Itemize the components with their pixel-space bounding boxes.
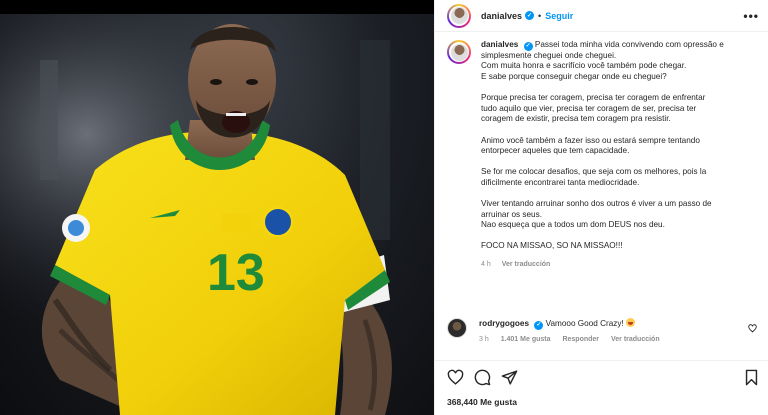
caption-line: FOCO NA MISSAO, SO NA MISSAO!!! xyxy=(481,241,623,251)
crazy-face-emoji-icon xyxy=(626,318,636,327)
separator-dot: • xyxy=(538,10,542,21)
caption-line: tudo aquilo que vier, precisa ter corage… xyxy=(481,103,697,113)
caption-line: Se for me colocar desafios, que seja com… xyxy=(481,167,707,177)
caption-author-avatar[interactable] xyxy=(447,40,471,64)
jersey-number: 13 xyxy=(207,244,265,302)
author-username[interactable]: danialves xyxy=(481,11,522,21)
follow-button[interactable]: Seguir xyxy=(545,11,573,21)
player-illustration: 13 xyxy=(0,14,434,415)
caption-text: danialves ✓ Passei toda minha vida convi… xyxy=(481,40,751,271)
caption-line: entorpecer aqueles que tem capacidade. xyxy=(481,146,630,156)
avatar-image xyxy=(450,7,468,24)
caption-time: 4 h xyxy=(481,261,491,269)
caption-line: arruinar os seus. xyxy=(481,209,542,219)
caption-line: simplesmente cheguei onde cheguei. xyxy=(481,50,617,60)
caption-line: coragem de existir, precisa tem coragem … xyxy=(481,114,671,124)
post-likes-count[interactable]: 368,440 Me gusta xyxy=(447,397,757,407)
post-actions: 368,440 Me gusta xyxy=(435,360,768,415)
avatar-image xyxy=(450,43,468,61)
comment-meta: 3 h 1.401 Me gusta Responder Ver traducc… xyxy=(479,335,670,346)
save-bookmark-icon[interactable] xyxy=(744,369,759,386)
verified-badge-icon: ✓ xyxy=(523,41,533,51)
caption-line: E sabe porque conseguir chegar onde eu c… xyxy=(481,71,667,81)
share-paper-plane-icon[interactable] xyxy=(501,369,518,386)
caption-section: danialves ✓ Passei toda minha vida convi… xyxy=(435,40,768,360)
verified-badge-icon: ✓ xyxy=(525,11,535,20)
caption-username[interactable]: danialves xyxy=(481,40,518,49)
author-avatar[interactable] xyxy=(447,3,471,28)
commenter-avatar[interactable] xyxy=(447,318,467,338)
comment-like-heart-icon[interactable] xyxy=(748,324,757,335)
caption-meta: 4 h Ver traducción xyxy=(481,260,751,271)
comment-translation-link[interactable]: Ver traducción xyxy=(611,336,660,343)
like-heart-icon[interactable] xyxy=(447,369,464,386)
comment-text: Vamooo Good Crazy! xyxy=(545,319,624,328)
more-options-icon[interactable]: ••• xyxy=(743,9,759,23)
caption-line: Com muita honra e sacrifício você também… xyxy=(481,61,687,71)
post-header: danialves ✓ • Seguir ••• xyxy=(435,0,768,32)
post-image[interactable]: 13 xyxy=(0,0,434,415)
caption-line: Passei toda minha vida convivendo com op… xyxy=(534,40,724,49)
caption-line: Nao esqueça que a todos um dom DEUS nos … xyxy=(481,220,665,230)
comment-likes[interactable]: 1.401 Me gusta xyxy=(501,336,551,343)
comment-time: 3 h xyxy=(479,335,489,343)
caption-line: Porque precisa ter coragem, precisa ter … xyxy=(481,93,706,103)
commenter-username[interactable]: rodrygogoes xyxy=(479,319,529,328)
reply-button[interactable]: Responder xyxy=(562,336,599,343)
caption-line: Viver tentando arruinar sonho dos outros… xyxy=(481,199,712,209)
comment-bubble-icon[interactable] xyxy=(474,369,491,386)
see-translation-link[interactable]: Ver traducción xyxy=(502,261,551,268)
caption-line: Animo você também a fazer isso ou estará… xyxy=(481,135,700,145)
caption-line: dificilmente encontrarei tanta mediocrid… xyxy=(481,177,640,187)
verified-badge-icon: ✓ xyxy=(534,320,544,330)
post-side-panel: danialves ✓ • Seguir ••• danialves ✓ Pas… xyxy=(434,0,768,415)
comment-item: rodrygogoes ✓ Vamooo Good Crazy! 3 h 1.4… xyxy=(447,318,759,345)
